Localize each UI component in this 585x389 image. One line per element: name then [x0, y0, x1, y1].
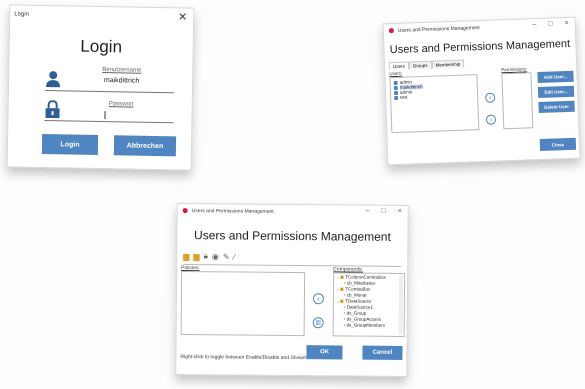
user-icon [393, 90, 399, 95]
window-controls: – □ × [365, 208, 401, 215]
lock-icon [45, 100, 60, 119]
user-icon [394, 95, 399, 100]
chevron-left-icon[interactable]: ‹ [312, 293, 324, 305]
users-list[interactable]: admin maikdittrich admin test [389, 74, 480, 134]
cancel-button[interactable]: Cancel [362, 345, 403, 360]
app-icon [388, 28, 394, 34]
close-icon[interactable]: ✕ [178, 10, 187, 23]
username-field[interactable]: maikdittrich [69, 76, 174, 85]
add-user-button[interactable]: Add User... [537, 70, 574, 84]
toolbar-separator [183, 264, 402, 267]
user-icon [393, 85, 398, 90]
folder-add-icon[interactable]: ▆ [193, 252, 199, 261]
users-titlebar: Users and Permissions Management – □ × [384, 18, 575, 39]
cancel-button[interactable]: Abbrechen [113, 135, 177, 157]
chevron-right-icon[interactable]: › [485, 114, 497, 125]
close-button[interactable]: Close [539, 137, 577, 151]
expand-icon[interactable]: ⌄▣ [336, 286, 345, 291]
tree-item-label: ds_GroupAccess [346, 316, 381, 322]
folder-icon[interactable]: ▆ [183, 252, 189, 261]
components-tree-list: ⌄▣ TColumnComboBox ▪ cb_Mitarbeiter ⌄▣ TCo… [334, 273, 404, 330]
expand-icon[interactable]: ⌄▣ [336, 274, 345, 279]
password-underline [44, 120, 174, 124]
tree-item-label: TDataSource [345, 298, 372, 304]
login-window-title: Login [14, 11, 29, 18]
users-heading: Users and Permissions Management [389, 37, 571, 57]
minimize-icon[interactable]: – [532, 21, 536, 28]
tab-membership[interactable]: Membership [431, 59, 465, 69]
policies-heading: Users and Permissions Management [194, 228, 391, 244]
users-list-label: Users: [389, 70, 403, 77]
tree-item-label: cb_Monat [346, 292, 367, 298]
tree-item-label: TColumnComboBox [345, 274, 386, 280]
password-field[interactable] [104, 111, 106, 120]
permissions-list[interactable] [501, 72, 534, 130]
maximize-icon[interactable]: □ [381, 208, 385, 215]
composite-stage: Login ✕ Login Benutzername maikdittrich … [0, 0, 585, 389]
username-underline [44, 90, 174, 94]
users-window: Users and Permissions Management – □ × U… [382, 16, 581, 166]
tree-item-label: cb_Mitarbeiter [346, 280, 376, 286]
expand-icon[interactable]: ⌄▣ [336, 298, 345, 303]
delete-user-button[interactable]: Delete User [538, 100, 575, 114]
login-button[interactable]: Login [41, 133, 99, 155]
window-controls: – □ × [532, 20, 568, 28]
policies-titlebar: Users and Permissions Management – □ × [178, 204, 408, 220]
edit-user-button[interactable]: Edit User... [537, 85, 575, 99]
policies-toolbar: ▆ ▆ 🔒︎ ◉ ✎ ⁄ [183, 250, 235, 262]
trash-icon[interactable]: ▥ [312, 317, 324, 329]
tree-item-label: ds_Group [346, 310, 367, 316]
policies-window-title: Users and Permissions Management [191, 208, 274, 215]
policies-list[interactable] [180, 271, 306, 337]
tree-item-label: DataSource1 [346, 304, 374, 310]
tree-item-label: TComboBox [345, 286, 371, 292]
login-dialog: Login ✕ Login Benutzername maikdittrich … [6, 4, 195, 171]
users-tabs: Users Groups Membership [388, 59, 465, 71]
maximize-icon[interactable]: □ [548, 20, 552, 27]
permissions-label: Permissions: [501, 66, 528, 73]
scrollbar[interactable] [398, 274, 404, 335]
user-icon [393, 80, 398, 85]
eye-icon[interactable]: ◉ [212, 252, 219, 261]
password-label: Passwort [108, 101, 134, 108]
ok-button[interactable]: OK [306, 345, 343, 360]
minimize-icon[interactable]: – [365, 208, 369, 215]
tab-groups[interactable]: Groups [408, 60, 432, 70]
tree-item[interactable]: ▪ ds_GroupMembers [336, 322, 402, 329]
app-icon [182, 208, 188, 214]
brush-icon[interactable]: ⁄ [234, 252, 235, 261]
close-icon[interactable]: × [564, 20, 568, 27]
hint-text: Right-click to toggle between Enable/Dis… [180, 354, 310, 362]
login-titlebar: Login ✕ [14, 11, 189, 24]
policies-window: Users and Permissions Management – □ × U… [175, 202, 409, 378]
login-heading: Login [80, 36, 123, 57]
tree-item-label: ds_GroupMembers [346, 322, 386, 328]
user-icon [45, 71, 60, 88]
users-window-title: Users and Permissions Management [397, 25, 480, 34]
username-label: Benutzername [102, 67, 142, 74]
chevron-left-icon[interactable]: ‹ [485, 92, 496, 103]
components-tree[interactable]: ⌄▣ TColumnComboBox ▪ cb_Mitarbeiter ⌄▣ TCo… [332, 272, 406, 337]
pen-icon[interactable]: ✎ [223, 252, 230, 261]
lock-icon[interactable]: 🔒︎ [204, 251, 208, 261]
close-icon[interactable]: × [398, 208, 402, 215]
tab-users[interactable]: Users [388, 61, 409, 71]
